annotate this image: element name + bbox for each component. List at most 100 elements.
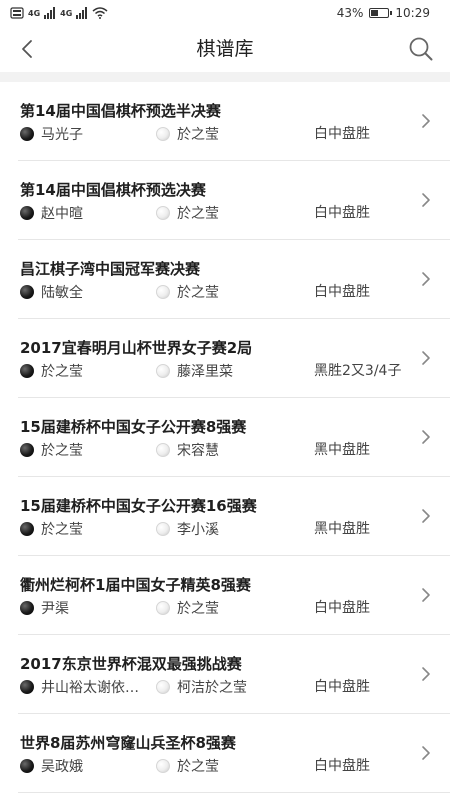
game-record-item[interactable]: 第14届中国倡棋杯预选决赛赵中暄 於之莹 白中盘胜: [18, 161, 450, 240]
item-arrow: [418, 428, 434, 446]
black-player: 於之莹: [20, 361, 150, 381]
game-record-item[interactable]: 第14届中国倡棋杯预选半决赛 马光子 於之莹 白中盘胜: [18, 82, 450, 161]
black-player-name: 於之莹: [41, 522, 83, 538]
game-info-row: 井山裕太谢依… 柯洁於之莹 白中盘胜: [20, 677, 410, 697]
black-player-name: 陆敏全: [41, 285, 83, 301]
white-stone-icon: [156, 285, 170, 299]
white-player: 宋容慧: [156, 440, 306, 460]
game-result: 黑胜2又3/4子: [314, 363, 402, 379]
chevron-right-icon: [422, 588, 430, 602]
game-info-row: 马光子 於之莹 白中盘胜: [20, 124, 410, 144]
item-arrow: [418, 744, 434, 762]
game-record-item[interactable]: 2017宜春明月山杯世界女子赛2局於之莹 藤泽里菜 黑胜2又3/4子: [18, 319, 450, 398]
battery-percent: 43%: [336, 6, 364, 20]
item-arrow: [418, 112, 434, 130]
black-player-name: 於之莹: [41, 364, 83, 380]
white-stone-icon: [156, 601, 170, 615]
black-stone-icon: [20, 443, 34, 457]
chevron-left-icon: [22, 40, 32, 58]
chevron-right-icon: [422, 114, 430, 128]
white-stone-icon: [156, 680, 170, 694]
game-info-row: 赵中暄 於之莹 白中盘胜: [20, 203, 410, 223]
white-stone-icon: [156, 206, 170, 220]
status-bar: 4G 4G 43% 10:29: [0, 0, 450, 26]
white-player: 於之莹: [156, 598, 306, 618]
black-player: 於之莹: [20, 519, 150, 539]
chevron-right-icon: [422, 667, 430, 681]
white-stone-icon: [156, 127, 170, 141]
nav-bar: 棋谱库: [0, 26, 450, 72]
game-title: 15届建桥杯中国女子公开赛16强赛: [20, 497, 257, 515]
black-stone-icon: [20, 285, 34, 299]
black-player-name: 赵中暄: [41, 206, 83, 222]
white-player-name: 於之莹: [177, 127, 219, 143]
black-player: 井山裕太谢依…: [20, 677, 150, 697]
black-stone-icon: [20, 601, 34, 615]
black-player: 吴政娥: [20, 756, 150, 776]
black-player-name: 井山裕太谢依…: [41, 680, 139, 696]
white-stone-icon: [156, 364, 170, 378]
item-arrow: [418, 349, 434, 367]
game-title: 衢州烂柯杯1届中国女子精英8强赛: [20, 576, 251, 594]
game-record-item[interactable]: 衢州烂柯杯1届中国女子精英8强赛尹渠 於之莹 白中盘胜: [18, 556, 450, 635]
network-type-1: 4G: [28, 8, 41, 18]
black-stone-icon: [20, 206, 34, 220]
game-info-row: 於之莹 藤泽里菜 黑胜2又3/4子: [20, 361, 410, 381]
search-button[interactable]: [406, 34, 436, 64]
white-player-name: 李小溪: [177, 522, 219, 538]
signal-icon-2: [76, 7, 88, 19]
white-stone-icon: [156, 759, 170, 773]
game-title: 昌江棋子湾中国冠军赛决赛: [20, 260, 201, 278]
sim-icon: [10, 7, 24, 19]
game-title: 2017宜春明月山杯世界女子赛2局: [20, 339, 253, 357]
game-result: 黑中盘胜: [314, 442, 370, 458]
network-type-2: 4G: [60, 8, 73, 18]
game-record-item[interactable]: 15届建桥杯中国女子公开赛16强赛 於之莹 李小溪 黑中盘胜: [18, 477, 450, 556]
page-title: 棋谱库: [196, 38, 254, 60]
white-player-name: 藤泽里菜: [177, 364, 233, 380]
status-left: 4G 4G: [10, 5, 108, 21]
signal-icon: [44, 7, 56, 19]
black-player: 於之莹: [20, 440, 150, 460]
item-arrow: [418, 586, 434, 604]
white-player-name: 於之莹: [177, 601, 219, 617]
game-record-item[interactable]: 世界8届苏州穹窿山兵圣杯8强赛吴政娥 於之莹 白中盘胜: [18, 714, 450, 793]
status-right: 43% 10:29: [337, 4, 430, 22]
game-result: 白中盘胜: [314, 126, 370, 142]
chevron-right-icon: [422, 272, 430, 286]
game-info-row: 吴政娥 於之莹 白中盘胜: [20, 756, 410, 776]
game-record-list: 第14届中国倡棋杯预选半决赛 马光子 於之莹 白中盘胜 第14届中国倡棋杯预选决赛 赵中暄…: [0, 82, 450, 793]
battery-icon: [369, 8, 393, 18]
game-title: 15届建桥杯中国女子公开赛8强赛: [20, 418, 247, 436]
black-player: 马光子: [20, 124, 150, 144]
game-record-item[interactable]: 2017东京世界杯混双最强挑战赛井山裕太谢依… 柯洁於之莹 白中盘胜: [18, 635, 450, 714]
black-player-name: 吴政娥: [41, 759, 83, 775]
game-result: 白中盘胜: [314, 205, 370, 221]
black-stone-icon: [20, 522, 34, 536]
black-stone-icon: [20, 759, 34, 773]
game-record-item[interactable]: 15届建桥杯中国女子公开赛8强赛於之莹 宋容慧 黑中盘胜: [18, 398, 450, 477]
game-title: 2017东京世界杯混双最强挑战赛: [20, 655, 242, 673]
white-stone-icon: [156, 522, 170, 536]
white-player-name: 於之莹: [177, 759, 219, 775]
game-title: 世界8届苏州穹窿山兵圣杯8强赛: [20, 734, 236, 752]
game-result: 白中盘胜: [314, 758, 370, 774]
back-button[interactable]: [12, 34, 42, 64]
game-result: 白中盘胜: [314, 600, 370, 616]
wifi-icon: [92, 7, 108, 19]
game-info-row: 陆敏全 於之莹 白中盘胜: [20, 282, 410, 302]
white-player: 李小溪: [156, 519, 306, 539]
game-record-item[interactable]: 昌江棋子湾中国冠军赛决赛 陆敏全 於之莹 白中盘胜: [18, 240, 450, 319]
game-info-row: 於之莹 李小溪 黑中盘胜: [20, 519, 410, 539]
game-title: 第14届中国倡棋杯预选决赛: [20, 181, 206, 199]
white-player: 於之莹: [156, 756, 306, 776]
black-player-name: 尹渠: [41, 601, 69, 617]
clock: 10:29: [395, 6, 430, 20]
black-player-name: 於之莹: [41, 443, 83, 459]
white-player: 於之莹: [156, 282, 306, 302]
game-title: 第14届中国倡棋杯预选半决赛: [20, 102, 221, 120]
white-player: 於之莹: [156, 203, 306, 223]
chevron-right-icon: [422, 746, 430, 760]
white-stone-icon: [156, 443, 170, 457]
white-player-name: 於之莹: [177, 285, 219, 301]
